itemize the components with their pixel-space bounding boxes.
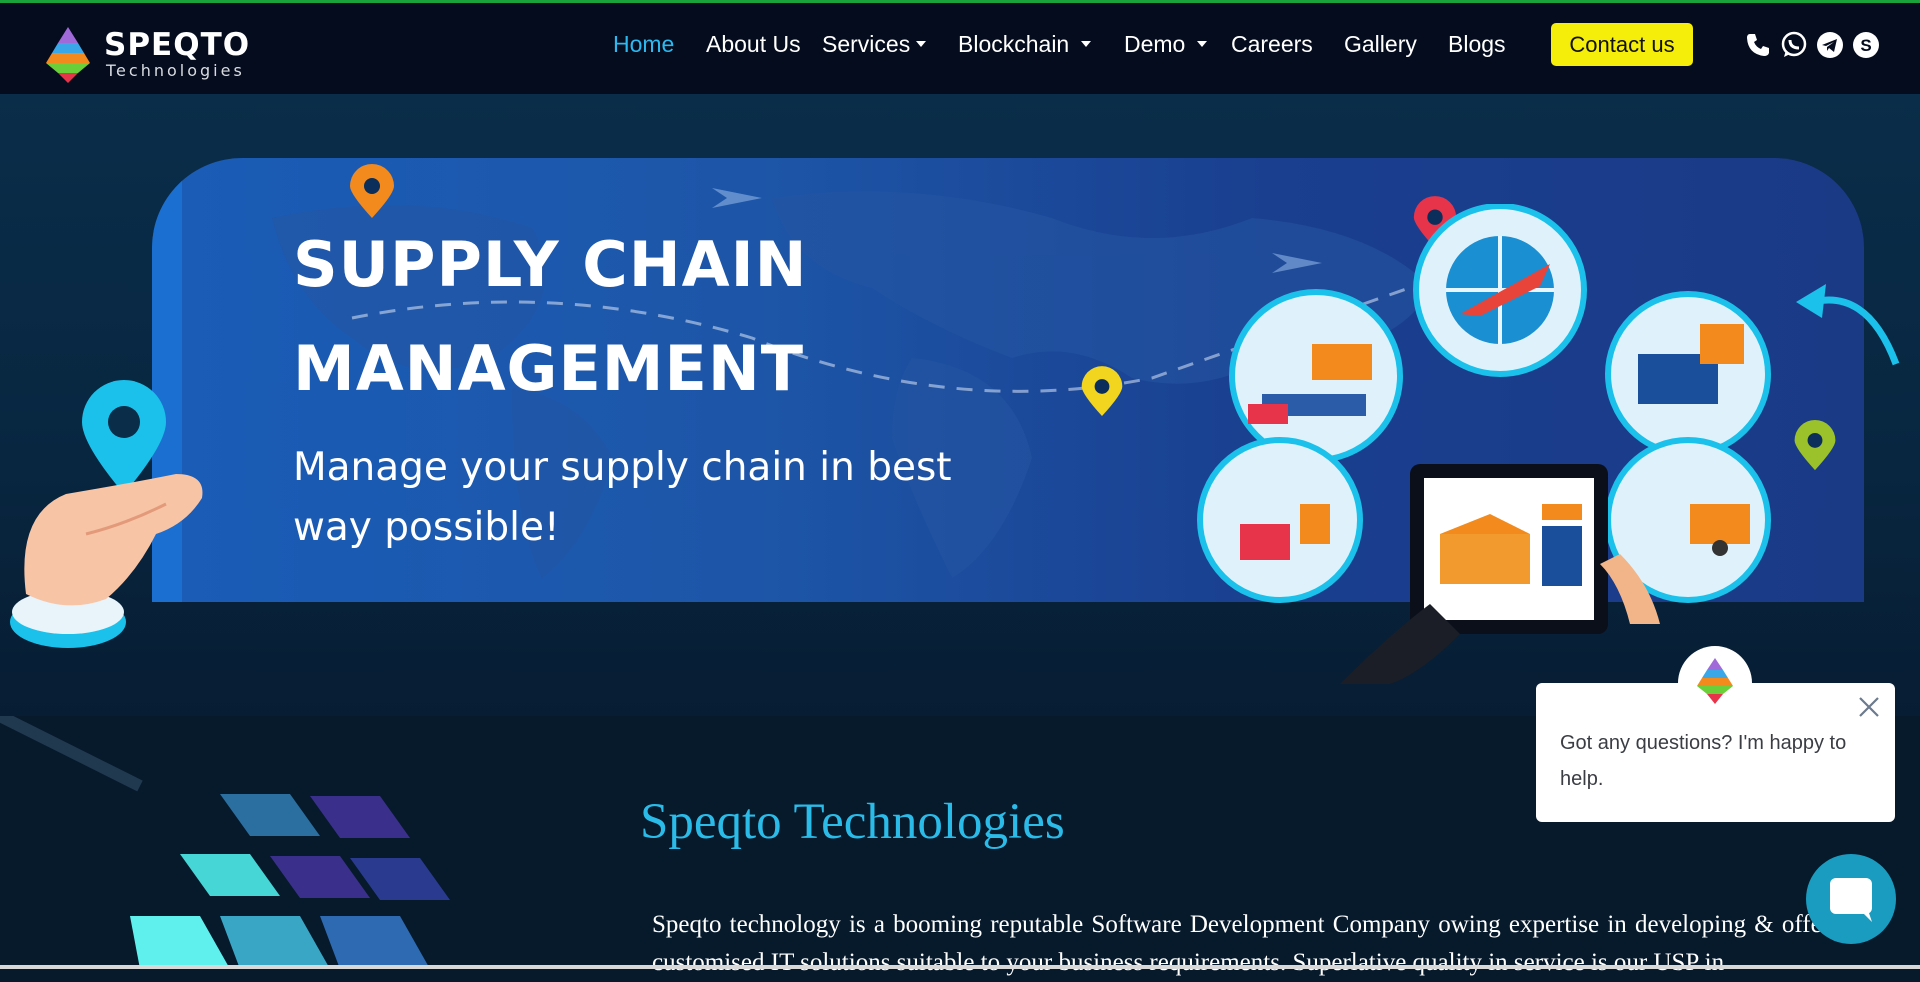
- nav-demo[interactable]: Demo: [1124, 31, 1208, 58]
- nav-careers[interactable]: Careers: [1231, 31, 1313, 58]
- contact-us-button[interactable]: Contact us: [1551, 23, 1693, 66]
- nav-services[interactable]: Services: [822, 31, 927, 58]
- brand-name: SPEQTO: [104, 27, 251, 63]
- brand-logo[interactable]: SPEQTO Technologies: [40, 25, 250, 83]
- nav-services-label: Services: [822, 31, 911, 57]
- location-pin-icon: [350, 164, 394, 218]
- chevron-down-icon: [1197, 40, 1208, 47]
- chevron-down-icon: [916, 40, 927, 47]
- whatsapp-icon[interactable]: [1780, 31, 1808, 59]
- cube-graphic: [0, 716, 450, 969]
- phone-icon[interactable]: [1744, 31, 1772, 59]
- nav-blockchain[interactable]: Blockchain: [958, 31, 1092, 58]
- hero-title-line2: MANAGEMENT: [293, 332, 805, 405]
- chat-message: Got any questions? I'm happy to help.: [1560, 732, 1847, 790]
- hand-with-pin-graphic: [10, 380, 203, 648]
- telegram-icon[interactable]: [1816, 31, 1844, 59]
- hero-title-line1: SUPPLY CHAIN: [293, 228, 808, 301]
- nav-demo-label: Demo: [1124, 31, 1186, 57]
- location-pin-icon: [1794, 420, 1836, 471]
- nav-about-us[interactable]: About Us: [706, 31, 801, 58]
- navbar: SPEQTO Technologies Home About Us Servic…: [0, 3, 1920, 94]
- logistics-bubbles-graphic: [1197, 204, 1771, 684]
- horizontal-scrollbar[interactable]: [0, 965, 1920, 969]
- chat-avatar: [1678, 646, 1752, 720]
- skype-icon[interactable]: S: [1852, 31, 1880, 59]
- svg-text:S: S: [1860, 36, 1871, 55]
- chat-bubble-icon: [1830, 878, 1872, 922]
- about-title: Speqto Technologies: [640, 794, 1065, 850]
- nav-blockchain-label: Blockchain: [958, 31, 1070, 57]
- nav-blogs[interactable]: Blogs: [1448, 31, 1506, 58]
- logo-mark-icon: [1697, 658, 1733, 704]
- hero-section: [0, 94, 1920, 716]
- chevron-down-icon: [1081, 40, 1092, 47]
- brand-tagline: Technologies: [106, 61, 245, 80]
- logo-mark-icon: [46, 27, 90, 83]
- chat-launcher-button[interactable]: [1806, 854, 1896, 944]
- nav-home[interactable]: Home: [613, 31, 674, 58]
- hero-subtitle: Manage your supply chain in best way pos…: [293, 445, 952, 550]
- arrow-graphic: [1796, 284, 1900, 366]
- close-icon[interactable]: [1857, 695, 1881, 719]
- about-text: Speqto technology is a booming reputable…: [652, 911, 1862, 976]
- nav-gallery[interactable]: Gallery: [1344, 31, 1417, 58]
- location-pin-icon: [1081, 366, 1123, 416]
